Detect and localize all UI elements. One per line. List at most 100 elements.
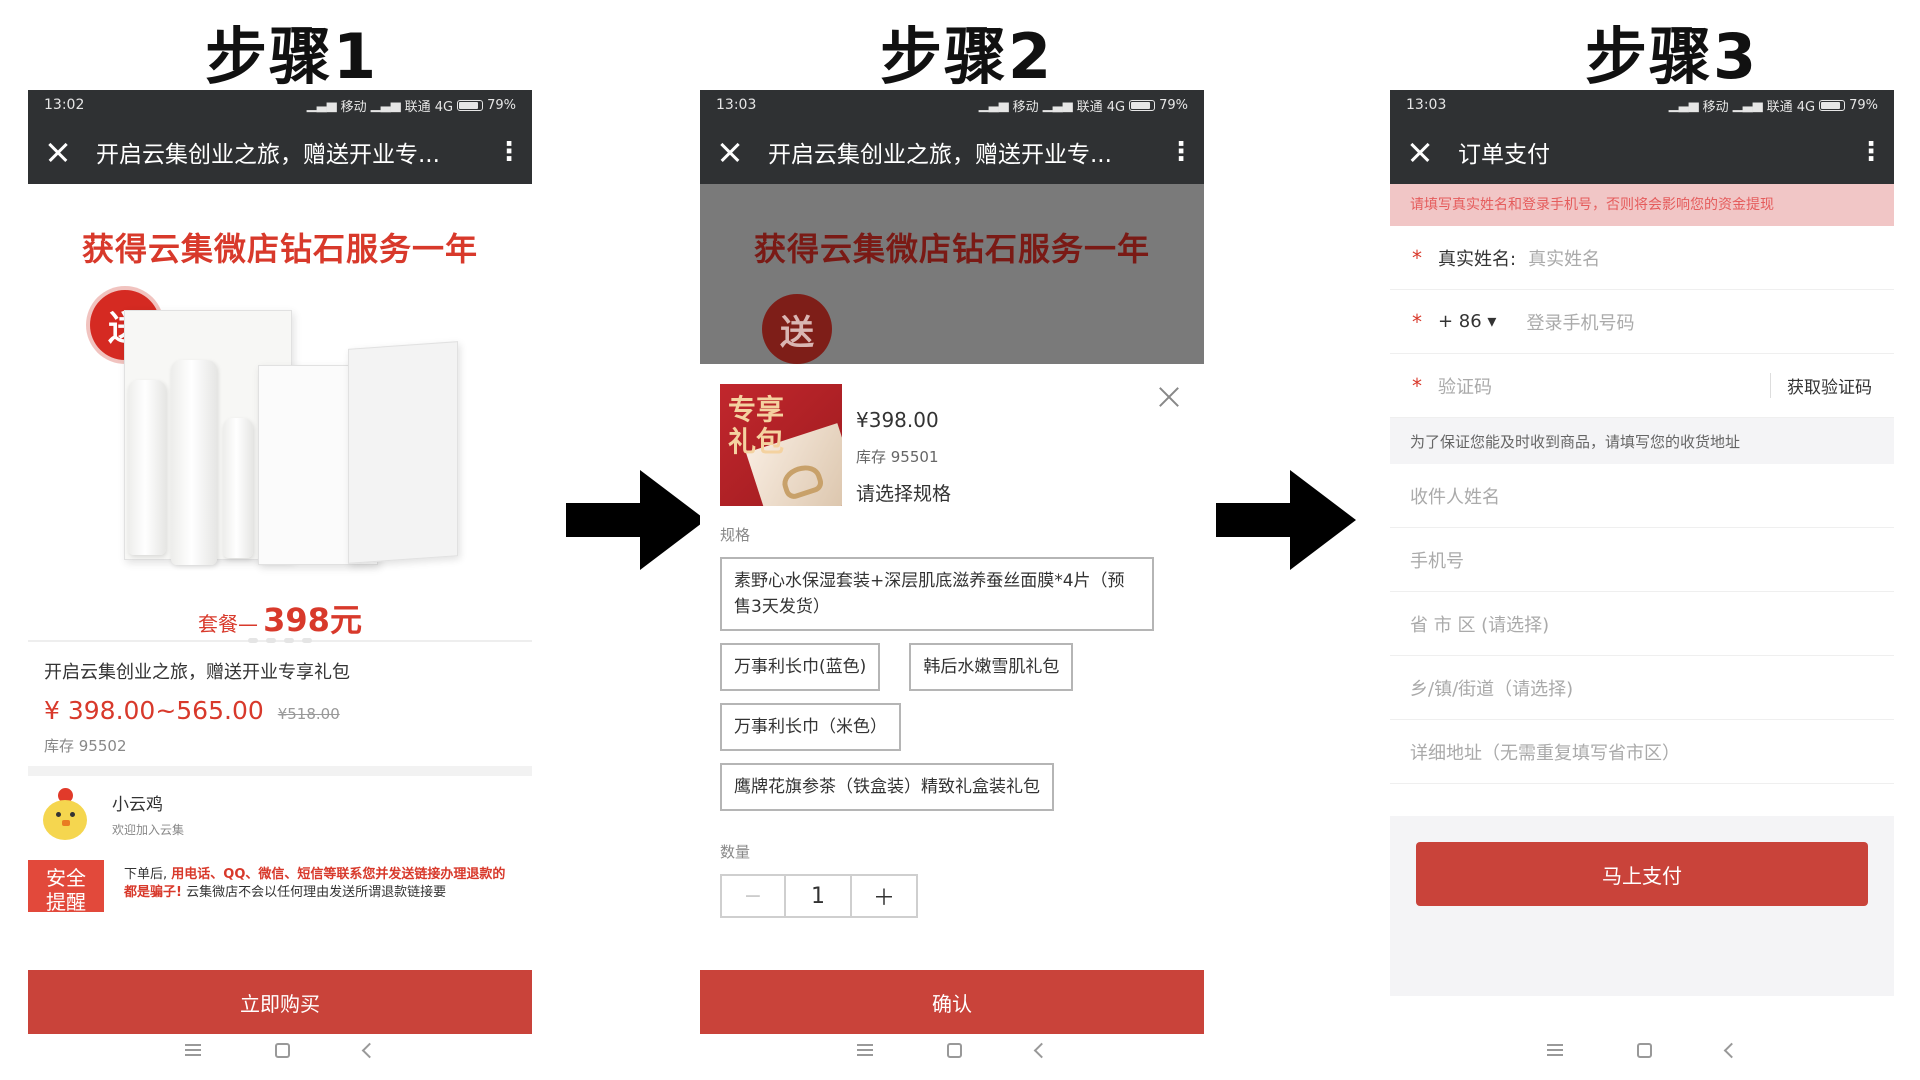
battery-label: 79% — [1849, 97, 1878, 113]
recipient-name-input[interactable]: 收件人姓名 — [1390, 464, 1894, 528]
real-name-field[interactable]: * 真实姓名: 真实姓名 — [1390, 226, 1894, 290]
spec-option[interactable]: 韩后水嫩雪肌礼包 — [909, 643, 1074, 691]
real-name-input[interactable]: 真实姓名 — [1528, 245, 1600, 271]
close-icon[interactable] — [44, 138, 72, 166]
menu-icon[interactable] — [1547, 1044, 1563, 1056]
product-info: 开启云集创业之旅，赠送开业专享礼包 ¥ 398.00~565.00 ¥518.0… — [28, 642, 532, 766]
town-select[interactable]: 乡/镇/街道（请选择) — [1390, 656, 1894, 720]
battery-label: 79% — [487, 97, 516, 113]
close-icon[interactable] — [1156, 384, 1182, 410]
decrement-button[interactable]: − — [720, 874, 786, 918]
phone-field[interactable]: * + 86 ▾ 登录手机号码 — [1390, 290, 1894, 354]
carrier2-label: 联通 4G — [1766, 99, 1816, 115]
battery-icon — [1129, 99, 1156, 111]
step-3-title: 步骤3 — [1585, 20, 1759, 93]
android-nav-bar — [700, 1020, 1204, 1080]
country-code-select[interactable]: + 86 ▾ — [1438, 311, 1496, 332]
back-icon[interactable] — [1033, 1042, 1050, 1058]
pay-area: 马上支付 — [1390, 816, 1894, 996]
safety-msg-rest: 云集微店不会以任何理由发送所谓退款链接要 — [186, 885, 447, 900]
quantity-value[interactable]: 1 — [786, 874, 852, 918]
back-icon[interactable] — [361, 1042, 378, 1058]
title-bar: 开启云集创业之旅，赠送开业专... ⋮ — [700, 120, 1204, 184]
bottle — [128, 380, 166, 555]
more-icon[interactable]: ⋮ — [496, 139, 522, 165]
safety-tag: 安全提醒 — [28, 860, 104, 912]
carrier2-label: 联通 4G — [404, 99, 454, 115]
page-title: 开启云集创业之旅，赠送开业专... — [96, 142, 440, 168]
spec-sheet: 专享礼包 ¥398.00 库存 95501 请选择规格 规格 素野心水保湿套装+… — [700, 364, 1204, 918]
back-icon[interactable] — [1723, 1042, 1740, 1058]
verification-code-field[interactable]: * 验证码 获取验证码 — [1390, 354, 1894, 418]
home-icon[interactable] — [275, 1042, 290, 1058]
product-stock: 库存 95502 — [44, 737, 127, 755]
safety-notice: 安全提醒 下单后, 用电话、QQ、微信、短信等联系您并发送链接办理退款的都是骗子… — [28, 860, 532, 912]
detail-address-input[interactable]: 详细地址（无需重复填写省市区） — [1390, 720, 1894, 784]
status-bar: 13:03 ▁▃▅ 移动 ▁▃▅ 联通 4G 79% — [700, 90, 1204, 120]
title-bar: 订单支付 ⋮ — [1390, 120, 1894, 184]
pay-now-button[interactable]: 马上支付 — [1416, 842, 1868, 906]
gift-text: 专享礼包 — [728, 393, 785, 458]
more-icon[interactable]: ⋮ — [1168, 139, 1194, 165]
android-nav-bar — [28, 1020, 532, 1080]
warning-banner: 请填写真实姓名和登录手机号，否则将会影响您的资金提现 — [1390, 184, 1894, 226]
required-icon: * — [1412, 309, 1422, 334]
required-icon: * — [1412, 373, 1422, 398]
phone-input[interactable]: 登录手机号码 — [1526, 309, 1634, 335]
quantity-label: 数量 — [720, 843, 751, 861]
spec-option[interactable]: 鹰牌花旗参茶（铁盒装）精致礼盒装礼包 — [720, 763, 1054, 811]
spec-option[interactable]: 万事利长巾(蓝色) — [720, 643, 881, 691]
right-arrow-icon — [566, 470, 706, 570]
shop-name: 小云鸡 — [112, 795, 163, 815]
right-arrow-icon — [1216, 470, 1356, 570]
home-icon[interactable] — [1637, 1042, 1652, 1058]
increment-button[interactable]: ＋ — [852, 874, 918, 918]
spec-option[interactable]: 万事利长巾（米色） — [720, 703, 901, 751]
clock: 13:03 — [1406, 97, 1447, 113]
product-price: ¥ 398.00~565.00 — [44, 696, 264, 725]
dimmed-backdrop[interactable]: 获得云集微店钻石服务一年 送 — [700, 184, 1204, 364]
menu-icon[interactable] — [857, 1044, 873, 1056]
region-select[interactable]: 省 市 区 (请选择) — [1390, 592, 1894, 656]
status-bar: 13:02 ▁▃▅ 移动 ▁▃▅ 联通 4G 79% — [28, 90, 532, 120]
phone-screen-step3: 13:03 ▁▃▅ 移动 ▁▃▅ 联通 4G 79% 订单支付 ⋮ 请填写真实姓… — [1390, 90, 1894, 1080]
menu-icon[interactable] — [185, 1044, 201, 1056]
required-icon: * — [1412, 245, 1422, 270]
shop-subtitle: 欢迎加入云集 — [112, 823, 185, 837]
signal-icon: ▁▃▅ — [306, 97, 337, 113]
battery-icon — [457, 99, 484, 111]
shop-row[interactable]: 小云鸡 欢迎加入云集 — [28, 776, 532, 852]
spec-options: 素野心水保湿套装+深层肌底滋养蚕丝面膜*4片（预售3天发货） 万事利长巾(蓝色)… — [720, 545, 1184, 811]
status-bar: 13:03 ▁▃▅ 移动 ▁▃▅ 联通 4G 79% — [1390, 90, 1894, 120]
package-price: 398元 — [263, 601, 362, 639]
phone-screen-step1: 13:02 ▁▃▅ 移动 ▁▃▅ 联通 4G 79% 开启云集创业之旅，赠送开业… — [28, 90, 532, 1080]
gift-thumbnail: 专享礼包 — [720, 384, 842, 506]
title-bar: 开启云集创业之旅，赠送开业专... ⋮ — [28, 120, 532, 184]
page-title: 订单支付 — [1458, 142, 1550, 168]
spec-label: 规格 — [720, 526, 751, 544]
recipient-phone-input[interactable]: 手机号 — [1390, 528, 1894, 592]
battery-label: 79% — [1159, 97, 1188, 113]
page-title: 开启云集创业之旅，赠送开业专... — [768, 142, 1112, 168]
address-note: 为了保证您能及时收到商品，请填写您的收货地址 — [1390, 418, 1894, 464]
product-hero-image[interactable]: 送 素野 套餐— 398元 — [28, 270, 532, 643]
signal-icon: ▁▃▅ — [1732, 97, 1763, 113]
promo-headline: 获得云集微店钻石服务一年 — [81, 230, 478, 268]
close-icon[interactable] — [1406, 138, 1434, 166]
carrier-label: 移动 — [1012, 99, 1039, 115]
bottle — [223, 418, 253, 558]
more-icon[interactable]: ⋮ — [1858, 139, 1884, 165]
carrier2-label: 联通 4G — [1076, 99, 1126, 115]
avatar — [40, 788, 90, 840]
get-code-button[interactable]: 获取验证码 — [1770, 373, 1872, 398]
carrier-label: 移动 — [340, 99, 367, 115]
home-icon[interactable] — [947, 1042, 962, 1058]
carrier-label: 移动 — [1702, 99, 1729, 115]
quantity-stepper: − 1 ＋ — [720, 874, 1184, 918]
spec-option[interactable]: 素野心水保湿套装+深层肌底滋养蚕丝面膜*4片（预售3天发货） — [720, 557, 1154, 631]
verification-code-input[interactable]: 验证码 — [1438, 373, 1492, 399]
close-icon[interactable] — [716, 138, 744, 166]
signal-icon: ▁▃▅ — [370, 97, 401, 113]
signal-icon: ▁▃▅ — [1668, 97, 1699, 113]
safety-msg-prefix: 下单后, — [124, 867, 168, 882]
